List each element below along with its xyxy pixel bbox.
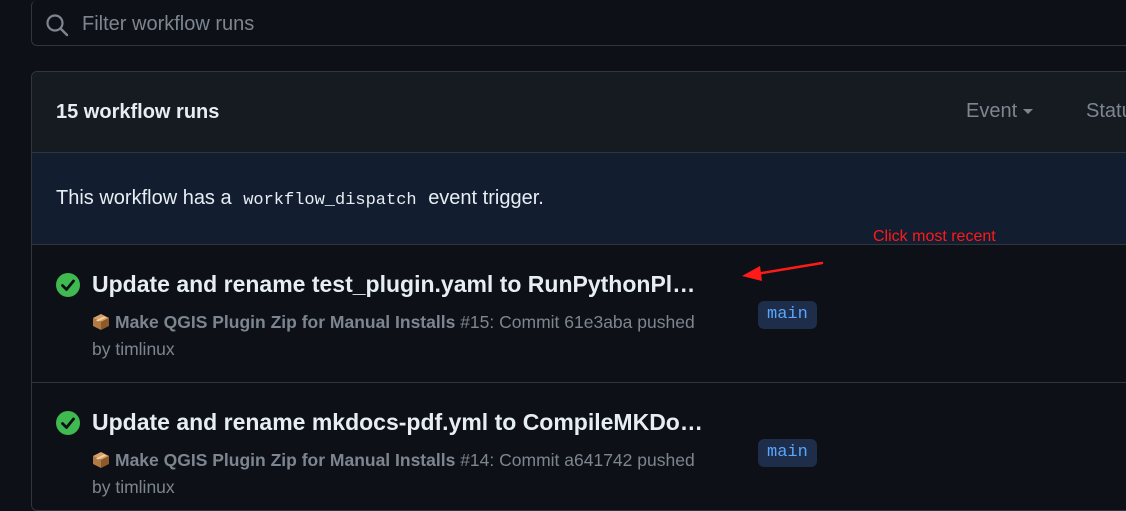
workflow-name[interactable]: Make QGIS Plugin Zip for Manual Installs (115, 450, 455, 470)
run-meta: Make QGIS Plugin Zip for Manual Installs… (92, 309, 732, 363)
run-number: #14 (460, 450, 490, 470)
event-filter-button[interactable]: Event (966, 100, 1034, 123)
branch-badge[interactable]: main (758, 439, 817, 467)
branch-badge[interactable]: main (758, 301, 817, 329)
banner-suffix: event trigger. (428, 187, 544, 209)
workflow-runs-box: 15 workflow runs Event Statu This workfl… (31, 71, 1126, 511)
banner-text: This workflow has a workflow_dispatch ev… (56, 187, 544, 210)
run-detail: : Commit 61e3aba pushed (489, 312, 695, 332)
banner-prefix: This workflow has a (56, 187, 232, 209)
package-icon (93, 314, 109, 330)
status-filter-button[interactable]: Statu (1086, 100, 1126, 123)
run-number: #15 (460, 312, 490, 332)
runs-header: 15 workflow runs Event Statu (32, 72, 1126, 153)
annotation-text: Click most recent (873, 228, 996, 245)
workflow-run-row[interactable]: Update and rename test_plugin.yaml to Ru… (32, 245, 1126, 383)
annotation-arrow-icon (742, 261, 824, 281)
caret-down-icon (1023, 109, 1034, 115)
success-check-icon (56, 273, 80, 297)
banner-code: workflow_dispatch (243, 191, 417, 210)
workflow-name[interactable]: Make QGIS Plugin Zip for Manual Installs (115, 312, 455, 332)
run-title-link[interactable]: Update and rename test_plugin.yaml to Ru… (92, 271, 695, 298)
search-icon (46, 14, 69, 37)
success-check-icon (56, 411, 80, 435)
run-detail: : Commit a641742 pushed (489, 450, 695, 470)
dispatch-banner: This workflow has a workflow_dispatch ev… (32, 153, 1126, 245)
filter-bar (31, 0, 1126, 48)
run-author: by timlinux (92, 339, 175, 359)
workflow-run-row[interactable]: Update and rename mkdocs-pdf.yml to Comp… (32, 383, 1126, 510)
event-filter-label: Event (966, 100, 1018, 122)
package-icon (93, 452, 109, 468)
runs-count: 15 workflow runs (56, 101, 220, 123)
filter-runs-input[interactable] (80, 0, 984, 48)
run-meta: Make QGIS Plugin Zip for Manual Installs… (92, 447, 732, 501)
run-title-link[interactable]: Update and rename mkdocs-pdf.yml to Comp… (92, 409, 703, 436)
run-author: by timlinux (92, 477, 175, 497)
